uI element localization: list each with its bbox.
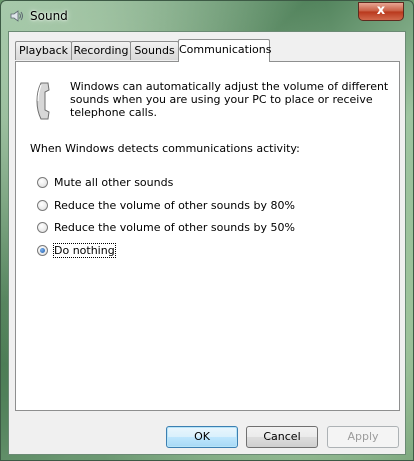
telephone-handset-icon [36, 82, 50, 120]
apply-button[interactable]: Apply [327, 426, 399, 448]
radio-button-selected[interactable] [37, 245, 48, 256]
tab-sounds[interactable]: Sounds [130, 41, 179, 60]
option-label: Reduce the volume of other sounds by 50% [54, 221, 295, 234]
option-label: Reduce the volume of other sounds by 80% [54, 199, 295, 212]
radio-button[interactable] [37, 200, 48, 211]
dialog-client-area: Playback Recording Sounds Communications… [8, 31, 406, 455]
radio-button[interactable] [37, 222, 48, 233]
communications-panel: Windows can automatically adjust the vol… [15, 61, 400, 411]
tab-communications[interactable]: Communications [178, 39, 271, 62]
communications-description: Windows can automatically adjust the vol… [70, 80, 389, 119]
cancel-button[interactable]: Cancel [246, 426, 318, 448]
option-label: Do nothing [53, 243, 116, 258]
radio-button[interactable] [37, 177, 48, 188]
detect-activity-label: When Windows detects communications acti… [30, 142, 300, 155]
close-icon: x [376, 3, 386, 18]
tab-recording[interactable]: Recording [71, 41, 131, 60]
sound-dialog: Sound x Playback Recording Sounds Commun… [0, 0, 414, 461]
speaker-icon [10, 10, 23, 22]
window-title: Sound [30, 9, 68, 23]
tab-playback[interactable]: Playback [15, 41, 72, 60]
ok-button[interactable]: OK [166, 426, 238, 448]
option-label: Mute all other sounds [54, 176, 174, 189]
radio-selected-dot [40, 248, 45, 253]
close-button[interactable]: x [358, 2, 404, 21]
title-bar[interactable]: Sound x [1, 1, 413, 31]
